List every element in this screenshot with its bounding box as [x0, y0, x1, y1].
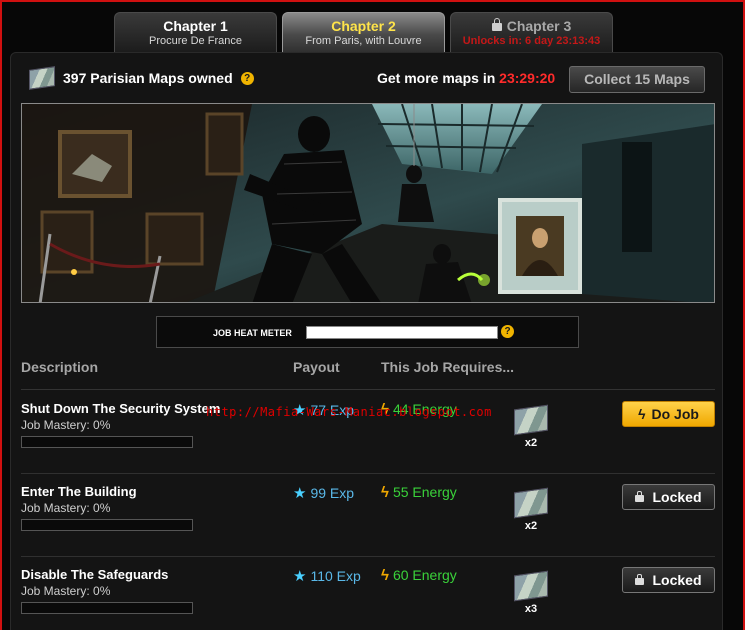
help-icon[interactable]: ?	[501, 325, 514, 338]
job-exp-value: 99 Exp	[310, 485, 355, 501]
header-payout: Payout	[293, 359, 340, 375]
map-icon	[514, 487, 548, 519]
job-row: Shut Down The Security System Job Master…	[21, 391, 715, 474]
job-energy-value: 60 Energy	[392, 567, 457, 583]
job-title: Disable The Safeguards	[21, 567, 169, 582]
collect-maps-button[interactable]: Collect 15 Maps	[569, 66, 705, 93]
lock-icon	[491, 18, 502, 31]
locked-label: Locked	[652, 572, 702, 588]
map-icon	[514, 404, 548, 436]
lock-icon	[635, 491, 645, 502]
star-icon: ★	[293, 485, 307, 502]
job-heat-meter: JOB HEAT METER ?	[156, 316, 579, 348]
watermark-text: http://Mafia-Wars-Maniac.blogspot.com	[206, 405, 492, 419]
do-job-button[interactable]: ϟ Do Job	[622, 401, 715, 427]
divider	[21, 389, 715, 390]
energy-bolt-icon: ϟ	[381, 567, 389, 584]
lock-icon	[635, 574, 645, 585]
job-row: Enter The Building Job Mastery: 0% ★ 99 E…	[21, 474, 715, 557]
job-mastery-bar	[21, 436, 193, 448]
energy-bolt-icon: ϟ	[381, 484, 389, 501]
star-icon: ★	[293, 568, 307, 585]
required-item-qty: x2	[524, 437, 538, 449]
tab-title-wrap: Chapter 3	[451, 18, 612, 34]
locked-button[interactable]: Locked	[622, 567, 715, 593]
tab-title: Chapter 3	[506, 18, 572, 34]
job-required-item: x3	[511, 569, 551, 615]
required-item-qty: x2	[524, 520, 538, 532]
tab-subtitle: Procure De France	[149, 35, 242, 47]
do-job-label: Do Job	[651, 406, 699, 422]
tab-title: Chapter 1	[163, 18, 228, 34]
maps-owned-label: 397 Parisian Maps owned	[63, 70, 233, 86]
job-exp-payout: ★ 99 Exp	[293, 484, 354, 502]
job-title: Enter The Building	[21, 484, 137, 499]
locked-button[interactable]: Locked	[622, 484, 715, 510]
tab-chapter-1[interactable]: Chapter 1 Procure De France	[114, 12, 277, 52]
header-requires: This Job Requires...	[381, 359, 515, 375]
help-icon[interactable]: ?	[240, 71, 254, 85]
get-more-maps: Get more maps in 23:29:20	[377, 70, 555, 86]
job-mastery-bar	[21, 602, 193, 614]
job-energy-cost: ϟ 60 Energy	[381, 567, 457, 584]
job-exp-value: 110 Exp	[310, 568, 361, 584]
job-energy-value: 55 Energy	[392, 484, 457, 500]
chapter-banner-image	[21, 103, 715, 303]
job-mastery-bar	[21, 519, 193, 531]
job-mastery-label: Job Mastery: 0%	[21, 584, 111, 598]
job-row: Disable The Safeguards Job Mastery: 0% ★…	[21, 557, 715, 630]
tab-subtitle: From Paris, with Louvre	[305, 35, 422, 47]
tab-chapter-2[interactable]: Chapter 2 From Paris, with Louvre	[282, 12, 445, 52]
tab-title: Chapter 2	[331, 18, 396, 34]
job-mastery-label: Job Mastery: 0%	[21, 418, 111, 432]
energy-bolt-icon: ϟ	[638, 406, 646, 422]
job-required-item: x2	[511, 403, 551, 449]
map-icon	[29, 66, 55, 90]
job-title: Shut Down The Security System	[21, 401, 221, 416]
job-mastery-label: Job Mastery: 0%	[21, 501, 111, 515]
tab-unlock-countdown: Unlocks in: 6 day 23:13:43	[462, 35, 601, 47]
game-frame: Chapter 1 Procure De France Chapter 2 Fr…	[0, 0, 745, 630]
tab-chapter-3[interactable]: Chapter 3 Unlocks in: 6 day 23:13:43	[450, 12, 613, 52]
locked-label: Locked	[652, 489, 702, 505]
map-icon	[514, 570, 548, 602]
job-energy-cost: ϟ 55 Energy	[381, 484, 457, 501]
job-exp-payout: ★ 110 Exp	[293, 567, 361, 585]
chapter-panel: 397 Parisian Maps owned ? Get more maps …	[10, 52, 723, 630]
get-more-label: Get more maps in	[377, 70, 496, 86]
header-description: Description	[21, 359, 99, 375]
required-item-qty: x3	[524, 603, 538, 615]
job-required-item: x2	[511, 486, 551, 532]
museum-heist-illustration	[22, 104, 714, 302]
heat-meter-label: JOB HEAT METER	[213, 328, 292, 338]
maps-timer: 23:29:20	[499, 70, 556, 86]
maps-owned: 397 Parisian Maps owned ?	[29, 65, 254, 91]
heat-meter-bar	[306, 326, 498, 339]
